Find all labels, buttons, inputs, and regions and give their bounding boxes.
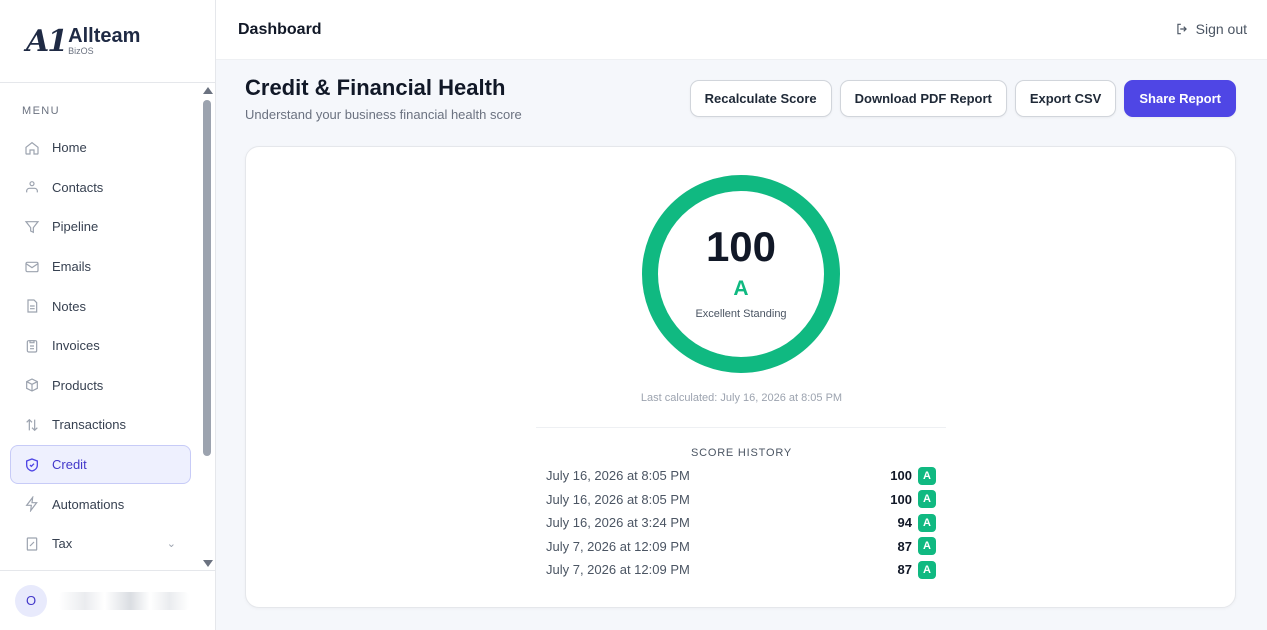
sidebar: A1 Allteam BizOS MENU Home Contacts Pipe… [0,0,216,630]
box-icon [23,377,40,394]
brand-logo[interactable]: A1 Allteam BizOS [0,0,215,83]
sidebar-item-label: Notes [52,298,86,314]
sidebar-item-home[interactable]: Home [10,128,191,168]
menu-label: MENU [22,105,60,117]
mail-icon [23,258,40,275]
grade-badge: A [918,513,936,532]
score-history-list: July 16, 2026 at 8:05 PM 100 A July 16, … [546,464,936,582]
sidebar-item-emails[interactable]: Emails [10,247,191,287]
history-date: July 16, 2026 at 3:24 PM [546,515,690,531]
history-date: July 7, 2026 at 12:09 PM [546,538,690,554]
sidebar-item-label: Products [52,377,104,393]
sidebar-item-products[interactable]: Products [10,366,191,406]
sidebar-item-invoices[interactable]: Invoices [10,326,191,366]
note-icon [23,298,40,315]
last-calculated: Last calculated: July 16, 2026 at 8:05 P… [640,392,843,404]
topbar-title: Dashboard [238,20,322,38]
grade-badge: A [918,560,936,579]
grade-badge: A [918,490,936,509]
contacts-icon [23,179,40,196]
grade-badge: A [918,466,936,485]
sidebar-item-pipeline[interactable]: Pipeline [10,207,191,247]
bolt-icon [23,496,40,513]
sidebar-nav: Home Contacts Pipeline Emails Notes Invo… [10,128,191,564]
history-date: July 7, 2026 at 12:09 PM [546,562,690,578]
user-profile[interactable]: O [0,570,215,630]
funnel-icon [23,218,40,235]
history-score: 87 [897,562,912,578]
sidebar-item-label: Pipeline [52,219,99,235]
brand-name: Allteam [68,25,141,47]
history-date: July 16, 2026 at 8:05 PM [546,491,690,507]
sign-out-label: Sign out [1195,21,1247,37]
score-standing: Excellent Standing [695,308,787,320]
scroll-down-arrow-icon[interactable] [203,560,213,567]
score-grade: A [733,277,749,300]
sidebar-item-label: Invoices [52,338,100,354]
user-name-redacted [59,591,189,610]
sidebar-item-label: Transactions [52,417,126,433]
shield-icon [23,456,40,473]
sidebar-item-credit[interactable]: Credit [10,444,191,485]
history-date: July 16, 2026 at 8:05 PM [546,468,690,484]
home-icon [23,139,40,156]
recalculate-score-button[interactable]: Recalculate Score [689,80,832,117]
score-history-title: SCORE HISTORY [690,447,793,459]
sidebar-item-automations[interactable]: Automations [10,484,191,524]
list-item: July 16, 2026 at 8:05 PM 100 A [546,488,936,512]
sign-out-icon [1176,23,1187,35]
page-subtitle: Understand your business financial healt… [245,107,522,122]
scroll-thumb[interactable] [203,100,211,456]
history-score: 94 [897,515,912,531]
sidebar-item-label: Home [52,140,87,156]
sidebar-scrollbar[interactable] [201,84,213,570]
sidebar-item-transactions[interactable]: Transactions [10,405,191,445]
list-item: July 7, 2026 at 12:09 PM 87 A [546,535,936,559]
sidebar-item-contacts[interactable]: Contacts [10,168,191,208]
sidebar-item-label: Credit [52,457,87,473]
list-item: July 16, 2026 at 8:05 PM 100 A [546,464,936,488]
list-item: July 7, 2026 at 12:09 PM 87 A [546,558,936,582]
chevron-down-icon[interactable]: ⌄ [167,537,176,550]
sidebar-item-label: Automations [52,496,125,512]
arrows-updown-icon [23,416,40,433]
history-score: 100 [890,491,912,507]
action-bar: Recalculate Score Download PDF Report Ex… [689,80,1236,117]
credit-score-card: 100 A Excellent Standing Last calculated… [245,146,1236,608]
list-item: July 16, 2026 at 3:24 PM 94 A [546,511,936,535]
download-pdf-button[interactable]: Download PDF Report [839,80,1007,117]
page-title: Credit & Financial Health [245,75,506,100]
sidebar-item-label: Tax [52,536,73,552]
sidebar-item-tax[interactable]: Tax ⌄ [10,524,191,564]
score-ring [642,175,840,373]
scroll-up-arrow-icon[interactable] [203,87,213,94]
avatar: O [15,584,47,617]
grade-badge: A [918,537,936,556]
share-report-button[interactable]: Share Report [1124,80,1236,117]
logo-mark: A1 [26,23,68,59]
divider [536,427,946,428]
history-score: 87 [897,538,912,554]
sidebar-item-notes[interactable]: Notes [10,286,191,326]
brand-sub: BizOS [68,46,94,56]
sidebar-item-label: Contacts [52,179,104,195]
receipt-icon [23,535,40,552]
top-bar: Dashboard Sign out [216,0,1267,60]
sidebar-item-label: Emails [52,259,92,275]
clipboard-icon [23,337,40,354]
history-score: 100 [890,468,912,484]
score-value: 100 [705,223,777,270]
export-csv-button[interactable]: Export CSV [1014,80,1117,117]
sign-out-button[interactable]: Sign out [1175,21,1247,37]
